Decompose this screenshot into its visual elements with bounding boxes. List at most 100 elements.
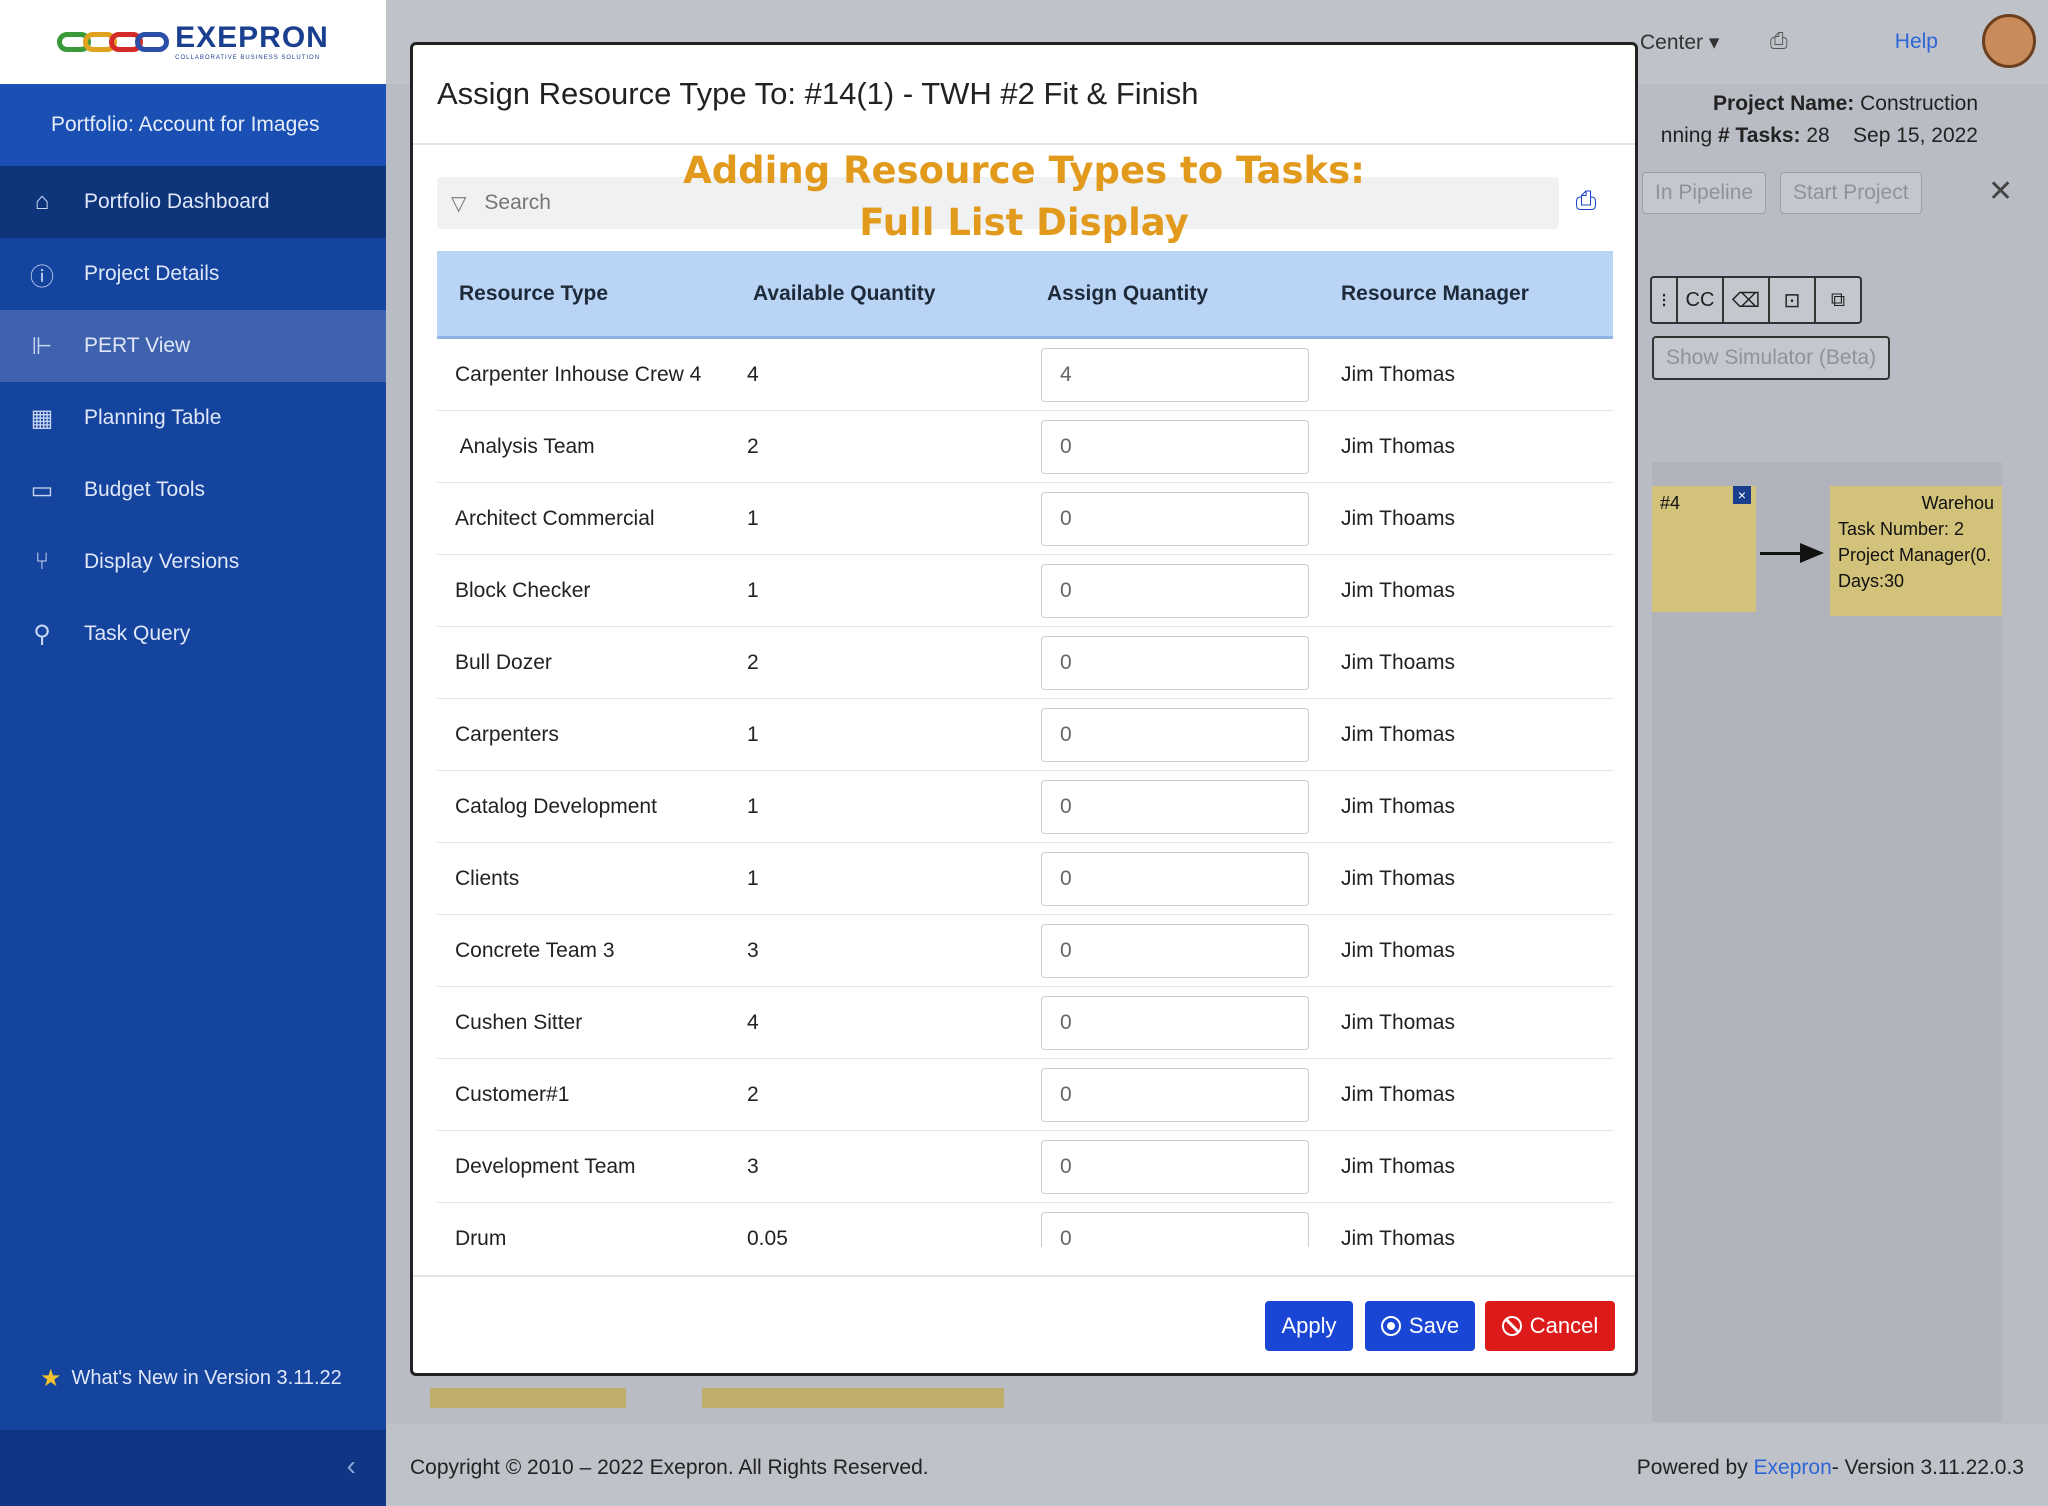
assign-quantity-cell [1025, 779, 1319, 834]
center-dropdown[interactable]: Center ▾ [1640, 30, 1719, 55]
print-icon[interactable]: ⎙ [1571, 185, 1601, 217]
assign-quantity-cell [1025, 347, 1319, 402]
assign-resource-modal: Assign Resource Type To: #14(1) - TWH #2… [410, 42, 1638, 1376]
node-close-icon[interactable]: × [1733, 486, 1751, 504]
sidebar-item-planning-table[interactable]: ▦ Planning Table [0, 382, 386, 454]
assign-quantity-input[interactable] [1041, 1211, 1309, 1247]
assign-quantity-input[interactable] [1041, 995, 1309, 1050]
whats-new-label: What's New in Version 3.11.22 [71, 1367, 342, 1389]
project-info: Project Name: Construction nning # Tasks… [1660, 92, 1978, 147]
help-link[interactable]: Help [1895, 30, 1938, 54]
table-row: Block Checker 1 Jim Thomas [437, 555, 1613, 627]
assign-quantity-cell [1025, 635, 1319, 690]
copyright: Copyright © 2010 – 2022 Exepron. All Rig… [410, 1456, 929, 1479]
assign-quantity-input[interactable] [1041, 635, 1309, 690]
cancel-button[interactable]: Cancel [1485, 1301, 1615, 1351]
fit-screen-icon[interactable]: ⊡ [1768, 278, 1814, 322]
sidebar-item-display-versions[interactable]: ⑂ Display Versions [0, 526, 386, 598]
resource-type-cell: Bull Dozer [455, 650, 552, 674]
assign-quantity-cell [1025, 707, 1319, 762]
node-label: #4 [1660, 493, 1681, 513]
powered-by: Powered by Exepron- Version 3.11.22.0.3 [1636, 1456, 2024, 1479]
available-quantity-cell: 1 [747, 506, 759, 530]
resource-type-cell: Architect Commercial [455, 506, 655, 530]
sidebar-item-label: Display Versions [84, 550, 240, 573]
resource-type-cell: Cushen Sitter [455, 1010, 583, 1034]
show-simulator-button[interactable]: Show Simulator (Beta) [1652, 336, 1891, 380]
toolbar-partial-icon[interactable]: ⁝ [1652, 278, 1676, 322]
sidebar-footer: ‹ [0, 1430, 386, 1506]
available-quantity-cell: 3 [747, 1154, 759, 1178]
resource-manager-cell: Jim Thoams [1341, 650, 1455, 674]
table-row: Catalog Development 1 Jim Thomas [437, 771, 1613, 843]
close-icon[interactable]: ✕ [1988, 174, 2013, 209]
available-quantity-cell: 2 [747, 1082, 759, 1106]
sidebar-item-pert-view[interactable]: ⊩ PERT View [0, 310, 386, 382]
money-icon: ▭ [30, 476, 54, 504]
column-header-resource-type[interactable]: Resource Type [437, 282, 731, 306]
screen-icon[interactable]: ⧉ [1814, 278, 1860, 322]
resource-manager-cell: Jim Thomas [1341, 1226, 1455, 1248]
apply-button[interactable]: Apply [1265, 1301, 1353, 1351]
branch-icon: ⑂ [34, 548, 50, 575]
assign-quantity-input[interactable] [1041, 707, 1309, 762]
pert-node-left[interactable]: #4 [1652, 486, 1756, 612]
star-icon: ★ [40, 1365, 62, 1392]
in-pipeline-button[interactable]: In Pipeline [1642, 172, 1767, 214]
sidebar-item-portfolio-dashboard[interactable]: ⌂ Portfolio Dashboard [0, 166, 386, 238]
assign-quantity-input[interactable] [1041, 563, 1309, 618]
table-row: Clients 1 Jim Thomas [437, 843, 1613, 915]
resource-manager-cell: Jim Thomas [1341, 362, 1455, 386]
search-icon: ⚲ [33, 620, 51, 648]
print-icon[interactable]: ⎙ [1770, 28, 1788, 54]
resource-manager-cell: Jim Thomas [1341, 578, 1455, 602]
chevron-left-icon[interactable]: ‹ [347, 1450, 356, 1482]
column-header-assign-quantity[interactable]: Assign Quantity [1025, 282, 1319, 306]
resource-type-cell: Development Team [455, 1154, 636, 1178]
avatar[interactable] [1982, 14, 2036, 68]
available-quantity-cell: 3 [747, 938, 759, 962]
assign-quantity-input[interactable] [1041, 923, 1309, 978]
portfolio-selector[interactable]: Portfolio: Account for Images [0, 84, 386, 166]
pert-node-warehouse[interactable]: Warehou Task Number: 2 Project Manager(0… [1830, 486, 2002, 616]
save-button[interactable]: Save [1365, 1301, 1475, 1351]
available-quantity-cell: 4 [747, 362, 759, 386]
assign-quantity-input[interactable] [1041, 851, 1309, 906]
assign-quantity-cell [1025, 851, 1319, 906]
assign-quantity-cell [1025, 419, 1319, 474]
whats-new-link[interactable]: ★ What's New in Version 3.11.22 [40, 1364, 342, 1393]
assign-quantity-input[interactable] [1041, 347, 1309, 402]
resource-type-cell: Analysis Team [455, 434, 595, 458]
assign-quantity-input[interactable] [1041, 419, 1309, 474]
column-header-resource-manager[interactable]: Resource Manager [1319, 282, 1613, 306]
table-row: Analysis Team 2 Jim Thomas [437, 411, 1613, 483]
sidebar-item-budget-tools[interactable]: ▭ Budget Tools [0, 454, 386, 526]
logo[interactable]: EXEPRON COLLABORATIVE BUSINESS SOLUTION [0, 0, 386, 84]
sidebar-item-project-details[interactable]: ⓘ Project Details [0, 238, 386, 310]
resource-manager-cell: Jim Thomas [1341, 1010, 1455, 1034]
table-row: Cushen Sitter 4 Jim Thomas [437, 987, 1613, 1059]
info-icon: ⓘ [30, 263, 54, 291]
assign-quantity-cell [1025, 923, 1319, 978]
assign-quantity-input[interactable] [1041, 491, 1309, 546]
resource-type-cell: Concrete Team 3 [455, 938, 615, 962]
ban-icon [1501, 1316, 1522, 1336]
assign-quantity-input[interactable] [1041, 1139, 1309, 1194]
search-input[interactable] [484, 191, 1385, 215]
assign-quantity-cell [1025, 1067, 1319, 1122]
eraser-icon[interactable]: ⌫ [1722, 278, 1768, 322]
assign-quantity-input[interactable] [1041, 779, 1309, 834]
start-project-button[interactable]: Start Project [1780, 172, 1922, 214]
available-quantity-cell: 2 [747, 650, 759, 674]
column-header-available-quantity[interactable]: Available Quantity [731, 282, 1025, 306]
sidebar-item-label: Planning Table [84, 406, 222, 429]
cc-button[interactable]: CC [1676, 278, 1722, 322]
available-quantity-cell: 4 [747, 1010, 759, 1034]
sidebar-item-task-query[interactable]: ⚲ Task Query [0, 598, 386, 670]
resource-type-cell: Carpenter Inhouse Crew 4 [455, 362, 702, 386]
assign-quantity-input[interactable] [1041, 1067, 1309, 1122]
resource-manager-cell: Jim Thomas [1341, 866, 1455, 890]
table-row: Drum 0.05 Jim Thomas [437, 1203, 1613, 1247]
exepron-link[interactable]: Exepron [1754, 1456, 1832, 1479]
logo-text: EXEPRON [175, 21, 329, 54]
